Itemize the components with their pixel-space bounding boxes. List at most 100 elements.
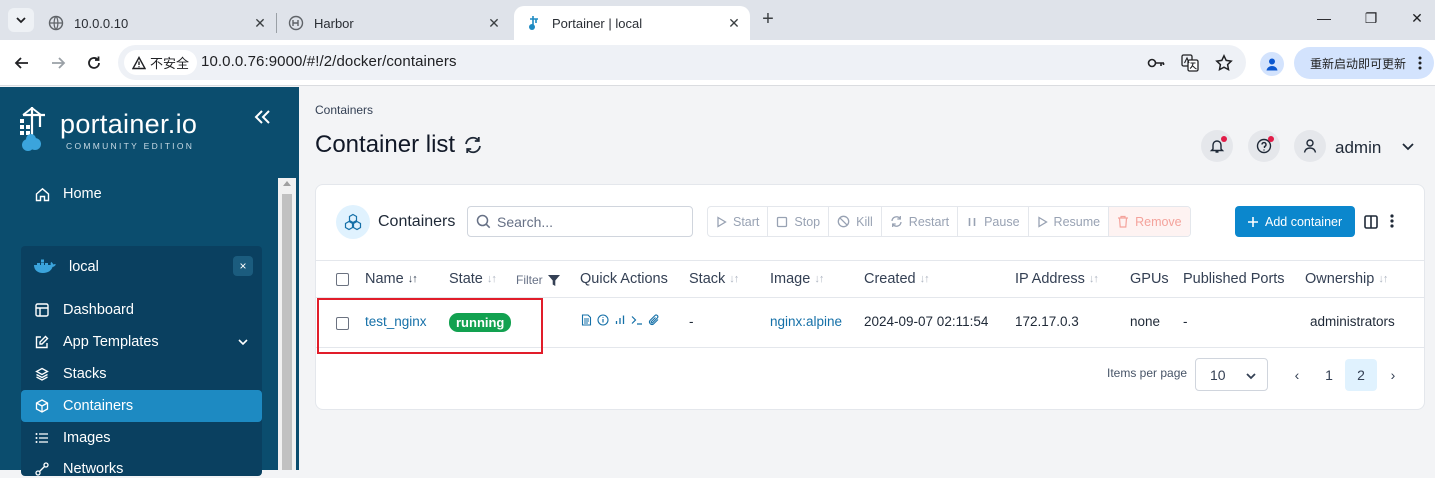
kill-icon <box>837 215 850 228</box>
resume-button[interactable]: Resume <box>1029 207 1110 236</box>
reload-button[interactable] <box>83 52 105 74</box>
pause-button[interactable]: Pause <box>958 207 1029 236</box>
page-button[interactable]: 1 <box>1313 359 1345 391</box>
sort-icon: ↓↑ <box>1378 273 1388 285</box>
url-text[interactable]: 10.0.0.76:9000/#!/2/docker/containers <box>201 53 457 70</box>
sidebar-item-home[interactable]: Home <box>33 185 102 203</box>
column-ownership[interactable]: Ownership ↓↑ <box>1305 271 1388 287</box>
sort-icon: ↓↑ <box>919 273 930 285</box>
column-published-ports: Published Ports <box>1183 271 1285 287</box>
scroll-up-arrow-icon[interactable] <box>283 181 291 186</box>
start-button[interactable]: Start <box>708 207 769 236</box>
sidebar-scrollbar[interactable] <box>278 178 296 470</box>
site-security-chip[interactable]: 不安全 <box>124 50 198 75</box>
profile-avatar[interactable] <box>1260 52 1284 76</box>
sidebar-item-networks[interactable]: Networks <box>33 460 123 478</box>
back-button[interactable] <box>11 52 33 74</box>
reload-icon <box>88 56 100 69</box>
tab-harbor[interactable]: Harbor ✕ <box>276 6 510 40</box>
translate-icon[interactable] <box>1180 53 1200 73</box>
column-stack[interactable]: Stack ↓↑ <box>689 271 739 287</box>
portainer-logo[interactable]: portainer.io COMMUNITY EDITION <box>18 105 197 153</box>
items-per-page-value: 10 <box>1210 366 1226 383</box>
column-image[interactable]: Image ↓↑ <box>770 271 824 287</box>
attach-icon[interactable] <box>648 314 660 326</box>
breadcrumb[interactable]: Containers <box>315 103 373 117</box>
scrollbar-thumb[interactable] <box>282 194 292 470</box>
sidebar-item-label: App Templates <box>63 334 159 350</box>
gpus-value: none <box>1130 314 1161 329</box>
search-box[interactable] <box>467 206 693 237</box>
update-label: 重新启动即可更新 <box>1310 56 1407 71</box>
image-link[interactable]: nginx:alpine <box>770 314 842 329</box>
created-value: 2024-09-07 02:11:54 <box>864 314 989 329</box>
star-icon[interactable] <box>1214 53 1234 73</box>
layers-icon <box>33 365 51 383</box>
published-ports-value: - <box>1183 314 1188 329</box>
sidebar-item-containers[interactable]: Containers <box>33 397 133 415</box>
play-icon <box>717 215 727 228</box>
items-per-page-select[interactable]: 10 <box>1195 358 1268 391</box>
logs-icon[interactable] <box>580 314 592 326</box>
sidebar-item-dashboard[interactable]: Dashboard <box>33 301 134 319</box>
help-button[interactable] <box>1248 130 1280 162</box>
select-all-checkbox[interactable] <box>336 273 349 286</box>
close-window-button[interactable]: ✕ <box>1407 10 1427 27</box>
close-environment-button[interactable]: × <box>233 256 253 276</box>
pause-icon <box>968 217 976 226</box>
column-name[interactable]: Name ↓↑ <box>365 271 418 287</box>
console-icon[interactable] <box>631 314 643 326</box>
sidebar-item-images[interactable]: Images <box>33 429 111 447</box>
stats-icon[interactable] <box>614 314 626 326</box>
column-label: State <box>449 271 483 287</box>
minimize-button[interactable]: — <box>1314 10 1334 26</box>
tab-search-button[interactable] <box>8 8 34 32</box>
tab-10-0-0-10[interactable]: 10.0.0.10 ✕ <box>36 6 276 40</box>
more-vertical-icon[interactable] <box>1389 213 1395 229</box>
state-filter-button[interactable]: Filter <box>516 273 561 287</box>
column-ip-address[interactable]: IP Address ↓↑ <box>1015 271 1099 287</box>
omnibox[interactable]: 不安全 10.0.0.76:9000/#!/2/docker/container… <box>118 45 1246 80</box>
relaunch-update-button[interactable]: 重新启动即可更新 <box>1294 47 1434 79</box>
trash-icon <box>1118 215 1129 228</box>
collapse-sidebar-button[interactable] <box>250 109 276 131</box>
search-input[interactable] <box>497 213 677 230</box>
key-icon[interactable] <box>1146 53 1166 73</box>
address-bar: 不安全 10.0.0.76:9000/#!/2/docker/container… <box>0 40 1435 86</box>
chevron-down-icon[interactable] <box>1401 139 1415 158</box>
restart-label: Restart <box>908 214 950 229</box>
new-tab-button[interactable]: + <box>758 9 778 29</box>
stack-value: - <box>689 314 694 329</box>
restore-button[interactable]: ❐ <box>1361 10 1381 27</box>
environment-label: local <box>69 259 99 275</box>
column-created[interactable]: Created ↓↑ <box>864 271 930 287</box>
close-tab-icon[interactable]: ✕ <box>486 15 502 31</box>
sidebar-item-app-templates[interactable]: App Templates <box>33 333 249 351</box>
chevron-down-icon <box>237 336 249 352</box>
notifications-button[interactable] <box>1201 130 1233 162</box>
inspect-icon[interactable] <box>597 314 609 326</box>
kill-button[interactable]: Kill <box>829 207 882 236</box>
help-dot <box>1268 136 1274 142</box>
tab-portainer[interactable]: Portainer | local ✕ <box>514 6 750 40</box>
stop-button[interactable]: Stop <box>768 207 830 236</box>
add-container-button[interactable]: Add container <box>1235 206 1355 237</box>
columns-icon[interactable] <box>1364 215 1378 229</box>
insecure-label: 不安全 <box>150 56 190 71</box>
user-name[interactable]: admin <box>1335 138 1381 158</box>
column-state[interactable]: State ↓↑ <box>449 271 497 287</box>
prev-page-button[interactable]: ‹ <box>1281 359 1313 391</box>
start-label: Start <box>733 214 760 229</box>
refresh-icon[interactable] <box>463 135 483 155</box>
sidebar-item-stacks[interactable]: Stacks <box>33 365 107 383</box>
close-tab-icon[interactable]: ✕ <box>252 15 268 31</box>
column-quick-actions: Quick Actions <box>580 271 668 287</box>
kill-label: Kill <box>856 214 873 229</box>
close-tab-icon[interactable]: ✕ <box>726 15 742 31</box>
user-menu-avatar[interactable] <box>1294 130 1326 162</box>
next-page-button[interactable]: › <box>1377 359 1409 391</box>
forward-button[interactable] <box>47 52 69 74</box>
remove-button[interactable]: Remove <box>1109 207 1190 236</box>
restart-button[interactable]: Restart <box>882 207 959 236</box>
current-page-button[interactable]: 2 <box>1345 359 1377 391</box>
